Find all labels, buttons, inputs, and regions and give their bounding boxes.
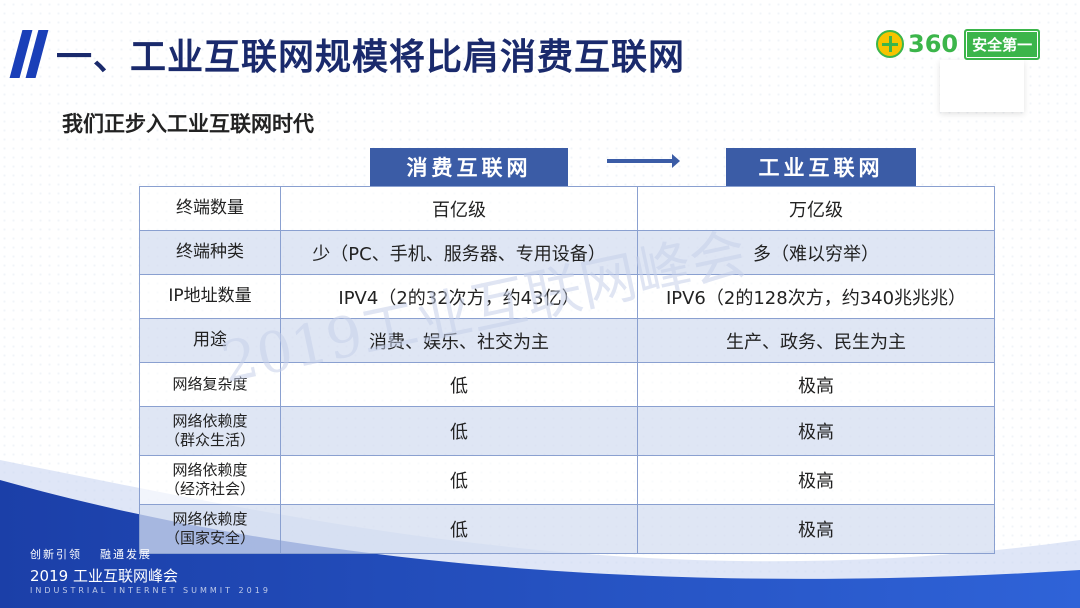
cell-industrial: 极高 (637, 455, 995, 505)
row-label: 用途 (139, 318, 281, 363)
table-row: 网络依赖度 （群众生活） 低 极高 (139, 406, 995, 456)
cell-consumer: 百亿级 (280, 186, 638, 231)
table-row: 网络依赖度 （经济社会） 低 极高 (139, 455, 995, 505)
row-label: 终端种类 (139, 230, 281, 275)
row-label: 网络复杂度 (139, 362, 281, 407)
row-label-main: 网络依赖度 (172, 510, 248, 528)
360-logo-icon (876, 30, 904, 58)
cell-industrial: 极高 (637, 406, 995, 456)
slogan-left: 创新引领 (30, 548, 82, 561)
brand-logo: 360 安全第一 (876, 28, 1041, 60)
comparison-table: 终端数量 百亿级 万亿级 终端种类 少（PC、手机、服务器、专用设备） 多（难以… (139, 186, 995, 554)
page-subtitle: 我们正步入工业互联网时代 (62, 112, 314, 136)
table-row: 用途 消费、娱乐、社交为主 生产、政务、民生为主 (139, 318, 995, 363)
cell-consumer: IPV4（2的32次方，约43亿） (280, 274, 638, 319)
cell-industrial: IPV6（2的128次方，约340兆兆兆） (637, 274, 995, 319)
cell-industrial: 生产、政务、民生为主 (637, 318, 995, 363)
row-label: IP地址数量 (139, 274, 281, 319)
footer-event-english: INDUSTRIAL INTERNET SUMMIT 2019 (30, 586, 271, 595)
row-label-main: 网络依赖度 (172, 461, 248, 479)
logo-number: 360 (908, 30, 959, 58)
table-row: 终端种类 少（PC、手机、服务器、专用设备） 多（难以穷举） (139, 230, 995, 275)
table-row: 终端数量 百亿级 万亿级 (139, 186, 995, 231)
cell-consumer: 消费、娱乐、社交为主 (280, 318, 638, 363)
cell-industrial: 极高 (637, 362, 995, 407)
row-label: 网络依赖度 （经济社会） (139, 455, 281, 505)
row-label-main: 网络依赖度 (172, 412, 248, 430)
row-label-sub: （群众生活） (164, 431, 255, 449)
column-header-industrial: 工业互联网 (726, 148, 916, 186)
row-label: 终端数量 (139, 186, 281, 231)
cell-consumer: 低 (280, 504, 638, 554)
table-row: IP地址数量 IPV4（2的32次方，约43亿） IPV6（2的128次方，约3… (139, 274, 995, 319)
logo-badge: 安全第一 (964, 28, 1041, 60)
cell-consumer: 少（PC、手机、服务器、专用设备） (280, 230, 638, 275)
row-label-sub: （国家安全） (164, 529, 255, 547)
cell-consumer: 低 (280, 455, 638, 505)
cell-consumer: 低 (280, 362, 638, 407)
footer-slogan: 创新引领 融通发展 (30, 546, 271, 562)
footer-event-name: 2019 工业互联网峰会 (30, 567, 178, 585)
cell-consumer: 低 (280, 406, 638, 456)
cell-industrial: 极高 (637, 504, 995, 554)
right-arrow-icon (607, 154, 680, 168)
row-label-sub: （经济社会） (164, 480, 255, 498)
column-header-consumer: 消费互联网 (370, 148, 568, 186)
table-row: 网络复杂度 低 极高 (139, 362, 995, 407)
row-label: 网络依赖度 （群众生活） (139, 406, 281, 456)
slogan-right: 融通发展 (100, 548, 152, 561)
cell-industrial: 多（难以穷举） (637, 230, 995, 275)
logo-card (940, 60, 1024, 112)
cell-industrial: 万亿级 (637, 186, 995, 231)
footer-brand: 创新引领 融通发展 2019 工业互联网峰会 INDUSTRIAL INTERNE… (30, 546, 271, 595)
page-title: 一、工业互联网规模将比肩消费互联网 (56, 37, 686, 78)
